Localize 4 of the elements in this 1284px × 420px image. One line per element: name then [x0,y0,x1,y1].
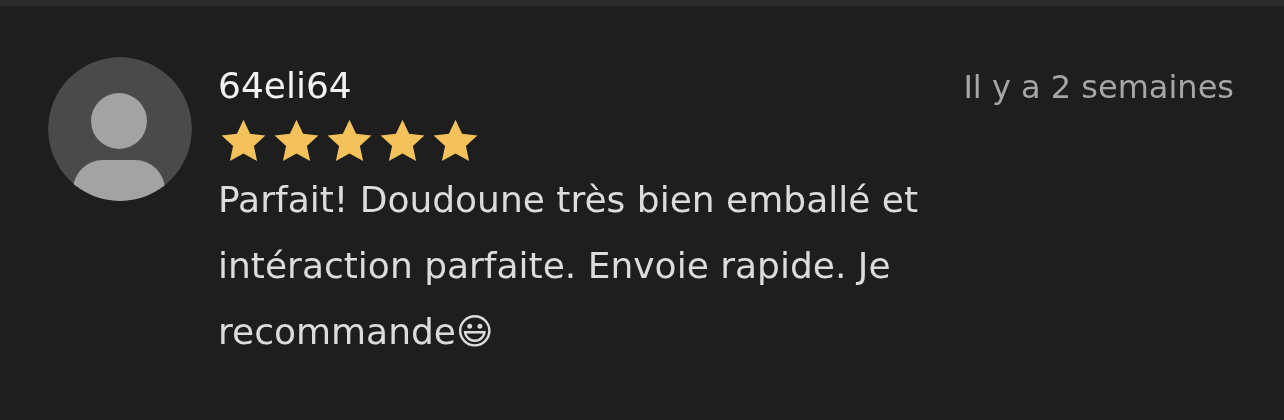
review-time: Il y a 2 semaines [963,68,1234,106]
review-text: Parfait! Doudoune très bien emballé et intéraction parfaite. Envoie rapide. Je recommande😃 [218,178,920,354]
author-name: 64eli64 [218,65,352,106]
avatar-icon [48,57,192,201]
